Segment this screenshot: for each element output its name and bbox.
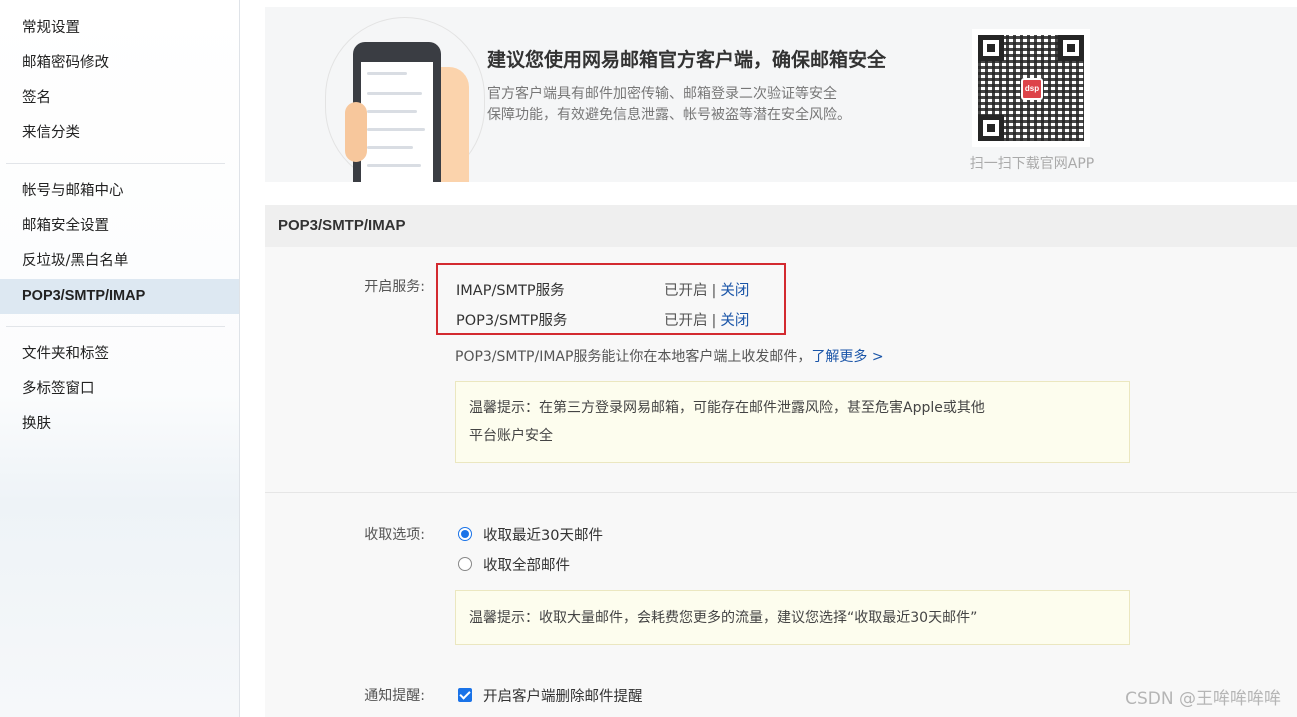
service-status-text: 已开启 (664, 283, 708, 299)
service-description-text: POP3/SMTP/IMAP服务能让你在本地客户端上收发邮件， (455, 349, 812, 365)
sidebar-divider (6, 163, 225, 164)
notify-label: 通知提醒: (364, 688, 425, 704)
sidebar-item-mail-rules[interactable]: 来信分类 (0, 116, 239, 151)
phone-screen-line (367, 110, 417, 113)
main-content: 建议您使用网易邮箱官方客户端，确保邮箱安全 官方客户端具有邮件加密传输、邮箱登录… (265, 0, 1297, 717)
sidebar-item-password[interactable]: 邮箱密码修改 (0, 46, 239, 81)
sidebar-item-signature[interactable]: 签名 (0, 81, 239, 116)
finger-illustration (345, 102, 367, 162)
phone-screen-line (367, 72, 407, 75)
learn-more-link[interactable]: 了解更多 > (811, 349, 883, 365)
services-highlight-box: IMAP/SMTP服务 已开启 | 关闭 POP3/SMTP服务 已开启 | 关闭 (436, 263, 786, 335)
sidebar-item-security[interactable]: 邮箱安全设置 (0, 209, 239, 244)
checkbox-label[interactable]: 开启客户端删除邮件提醒 (483, 689, 643, 705)
sidebar-item-skin[interactable]: 换肤 (0, 407, 239, 442)
banner-title: 建议您使用网易邮箱官方客户端，确保邮箱安全 (487, 50, 887, 71)
disable-pop3-link[interactable]: 关闭 (720, 313, 749, 329)
section-header: POP3/SMTP/IMAP (265, 205, 1297, 247)
service-status: 已开启 | 关闭 (664, 279, 749, 300)
netease-logo-icon: dsp (1021, 78, 1043, 100)
service-name: IMAP/SMTP服务 (456, 283, 565, 299)
qr-pattern: dsp (978, 35, 1084, 141)
sidebar-item-multi-tab[interactable]: 多标签窗口 (0, 372, 239, 407)
service-status-text: 已开启 (664, 313, 708, 329)
receive-all-option[interactable]: 收取全部邮件 (458, 554, 570, 575)
banner-desc-line: 保障功能，有效避免信息泄露、帐号被盗等潜在安全风险。 (487, 107, 851, 123)
sidebar-item-general[interactable]: 常规设置 (0, 11, 239, 46)
section-title: POP3/SMTP/IMAP (278, 217, 406, 234)
sidebar-group-basic: 常规设置 邮箱密码修改 签名 来信分类 (0, 11, 239, 151)
qr-finder (1058, 35, 1084, 61)
service-separator: | (711, 283, 717, 299)
tip-line: 温馨提示：在第三方登录网易邮箱，可能存在邮件泄露风险，甚至危害Apple或其他 (469, 400, 985, 416)
tip-line: 平台账户安全 (469, 428, 553, 444)
radio-button[interactable] (458, 557, 472, 571)
service-separator: | (711, 313, 717, 329)
receive-recent-option[interactable]: 收取最近30天邮件 (458, 524, 603, 545)
service-status: 已开启 | 关闭 (664, 309, 749, 330)
settings-sidebar: 常规设置 邮箱密码修改 签名 来信分类 帐号与邮箱中心 邮箱安全设置 反垃圾/黑… (0, 0, 240, 717)
qr-caption: 扫一扫下载官网APP (969, 156, 1095, 172)
banner-description: 官方客户端具有邮件加密传输、邮箱登录二次验证等安全 保障功能，有效避免信息泄露、… (487, 84, 877, 126)
qr-finder (978, 35, 1004, 61)
phone-screen-line (367, 128, 425, 131)
service-description: POP3/SMTP/IMAP服务能让你在本地客户端上收发邮件，了解更多 > (455, 346, 884, 366)
qr-finder (978, 115, 1004, 141)
phone-screen-line (367, 164, 421, 167)
csdn-watermark: CSDN @王哞哞哞哞 (1125, 689, 1281, 709)
tip-line: 温馨提示：收取大量邮件，会耗费您更多的流量，建议您选择“收取最近30天邮件” (469, 610, 978, 626)
phone-screen (361, 62, 433, 182)
checkbox-checked[interactable] (458, 688, 472, 702)
radio-button-checked[interactable] (458, 527, 472, 541)
receive-options-label: 收取选项: (364, 527, 425, 543)
radio-label[interactable]: 收取最近30天邮件 (483, 528, 603, 544)
phone-screen-line (367, 146, 413, 149)
services-label: 开启服务: (364, 279, 425, 295)
service-name: POP3/SMTP服务 (456, 313, 568, 329)
app-qr-code: dsp (972, 29, 1090, 147)
section-divider (265, 492, 1297, 493)
banner-desc-line: 官方客户端具有邮件加密传输、邮箱登录二次验证等安全 (487, 86, 837, 102)
traffic-tip-box: 温馨提示：收取大量邮件，会耗费您更多的流量，建议您选择“收取最近30天邮件” (455, 590, 1130, 645)
notify-delete-option[interactable]: 开启客户端删除邮件提醒 (458, 685, 643, 706)
client-promo-banner: 建议您使用网易邮箱官方客户端，确保邮箱安全 官方客户端具有邮件加密传输、邮箱登录… (265, 7, 1297, 182)
sidebar-item-spam[interactable]: 反垃圾/黑白名单 (0, 244, 239, 279)
phone-screen-line (367, 92, 422, 95)
sidebar-item-folders-tags[interactable]: 文件夹和标签 (0, 337, 239, 372)
sidebar-group-account: 帐号与邮箱中心 邮箱安全设置 反垃圾/黑白名单 POP3/SMTP/IMAP (0, 174, 239, 314)
sidebar-divider (6, 326, 225, 327)
disable-imap-link[interactable]: 关闭 (720, 283, 749, 299)
security-tip-box: 温馨提示：在第三方登录网易邮箱，可能存在邮件泄露风险，甚至危害Apple或其他 … (455, 381, 1130, 463)
section-body: 开启服务: IMAP/SMTP服务 已开启 | 关闭 POP3/SMTP服务 已开启… (265, 247, 1297, 717)
radio-label[interactable]: 收取全部邮件 (483, 558, 570, 574)
sidebar-item-account-center[interactable]: 帐号与邮箱中心 (0, 174, 239, 209)
sidebar-group-display: 文件夹和标签 多标签窗口 换肤 (0, 337, 239, 442)
sidebar-item-pop3-smtp-imap[interactable]: POP3/SMTP/IMAP (0, 279, 239, 314)
